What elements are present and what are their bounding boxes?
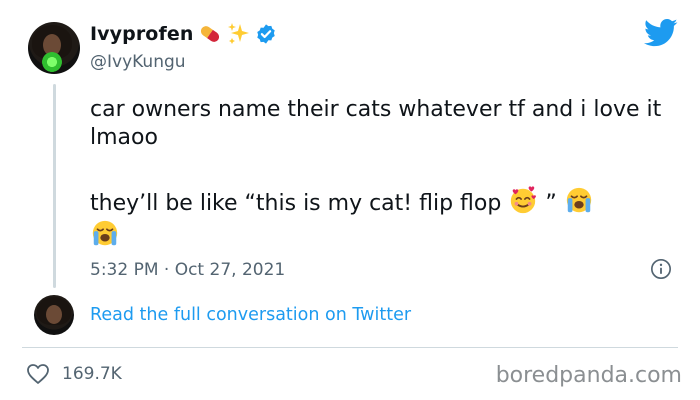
heart-icon[interactable] (26, 363, 50, 385)
tweet-text-paragraph-2: they’ll be like “this is my cat! flip fl… (90, 185, 675, 251)
smiling-face-with-hearts-emoji-icon (511, 186, 537, 214)
tweet-text-paragraph-1: car owners name their cats whatever tf a… (90, 97, 662, 150)
read-full-conversation-link[interactable]: Read the full conversation on Twitter (90, 305, 411, 325)
verified-badge-icon (257, 24, 276, 44)
tweet-text-quote-close: ” (545, 191, 557, 216)
pill-emoji-icon (201, 26, 220, 42)
avatar-glow (42, 52, 62, 72)
tweet-text-line-2: they’ll be like “this is my cat! flip fl… (90, 191, 502, 216)
author-name-row[interactable]: Ivyprofen (90, 22, 277, 46)
author-display-name[interactable]: Ivyprofen (90, 23, 193, 45)
boredpanda-watermark: boredpanda.com (495, 363, 682, 388)
author-handle[interactable]: @IvyKungu (90, 52, 186, 72)
like-count: 169.7K (62, 364, 122, 384)
loudly-crying-face-emoji-icon (92, 220, 118, 246)
avatar-face (46, 305, 62, 324)
thread-connector-line (53, 84, 56, 288)
sparkles-emoji-icon (228, 23, 250, 44)
twitter-bird-icon[interactable] (644, 18, 678, 48)
info-icon[interactable] (650, 258, 672, 280)
loudly-crying-face-emoji-icon (566, 187, 591, 213)
conversation-avatar[interactable] (34, 295, 74, 335)
divider (22, 347, 678, 348)
tweet-timestamp[interactable]: 5:32 PM · Oct 27, 2021 (90, 260, 285, 280)
author-avatar[interactable] (28, 22, 80, 74)
